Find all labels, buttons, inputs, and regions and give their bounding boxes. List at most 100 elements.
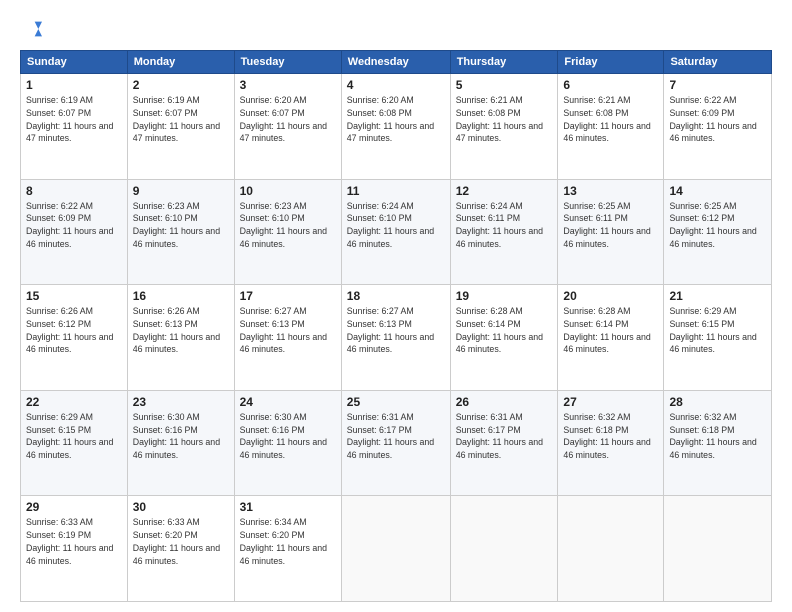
calendar-cell: 27 Sunrise: 6:32 AMSunset: 6:18 PMDaylig… [558, 390, 664, 496]
weekday-header-friday: Friday [558, 51, 664, 74]
weekday-header-saturday: Saturday [664, 51, 772, 74]
day-number: 27 [563, 395, 658, 409]
logo-area [20, 18, 46, 40]
day-info: Sunrise: 6:33 AMSunset: 6:19 PMDaylight:… [26, 517, 113, 565]
day-number: 5 [456, 78, 553, 92]
day-number: 19 [456, 289, 553, 303]
day-info: Sunrise: 6:22 AMSunset: 6:09 PMDaylight:… [669, 95, 756, 143]
day-number: 26 [456, 395, 553, 409]
calendar-cell: 18 Sunrise: 6:27 AMSunset: 6:13 PMDaylig… [341, 285, 450, 391]
calendar-cell: 10 Sunrise: 6:23 AMSunset: 6:10 PMDaylig… [234, 179, 341, 285]
day-info: Sunrise: 6:28 AMSunset: 6:14 PMDaylight:… [563, 306, 650, 354]
day-number: 14 [669, 184, 766, 198]
calendar-cell: 23 Sunrise: 6:30 AMSunset: 6:16 PMDaylig… [127, 390, 234, 496]
weekday-header-thursday: Thursday [450, 51, 558, 74]
day-info: Sunrise: 6:31 AMSunset: 6:17 PMDaylight:… [456, 412, 543, 460]
day-info: Sunrise: 6:34 AMSunset: 6:20 PMDaylight:… [240, 517, 327, 565]
calendar-cell [341, 496, 450, 602]
calendar-week-2: 8 Sunrise: 6:22 AMSunset: 6:09 PMDayligh… [21, 179, 772, 285]
day-info: Sunrise: 6:29 AMSunset: 6:15 PMDaylight:… [26, 412, 113, 460]
top-header [20, 18, 772, 40]
calendar-week-4: 22 Sunrise: 6:29 AMSunset: 6:15 PMDaylig… [21, 390, 772, 496]
day-info: Sunrise: 6:27 AMSunset: 6:13 PMDaylight:… [240, 306, 327, 354]
calendar-week-1: 1 Sunrise: 6:19 AMSunset: 6:07 PMDayligh… [21, 74, 772, 180]
day-number: 3 [240, 78, 336, 92]
day-info: Sunrise: 6:26 AMSunset: 6:13 PMDaylight:… [133, 306, 220, 354]
day-info: Sunrise: 6:33 AMSunset: 6:20 PMDaylight:… [133, 517, 220, 565]
calendar-week-5: 29 Sunrise: 6:33 AMSunset: 6:19 PMDaylig… [21, 496, 772, 602]
day-info: Sunrise: 6:23 AMSunset: 6:10 PMDaylight:… [133, 201, 220, 249]
day-number: 11 [347, 184, 445, 198]
day-info: Sunrise: 6:26 AMSunset: 6:12 PMDaylight:… [26, 306, 113, 354]
day-info: Sunrise: 6:32 AMSunset: 6:18 PMDaylight:… [669, 412, 756, 460]
calendar-cell [558, 496, 664, 602]
calendar-cell: 17 Sunrise: 6:27 AMSunset: 6:13 PMDaylig… [234, 285, 341, 391]
day-info: Sunrise: 6:32 AMSunset: 6:18 PMDaylight:… [563, 412, 650, 460]
day-info: Sunrise: 6:19 AMSunset: 6:07 PMDaylight:… [26, 95, 113, 143]
day-number: 31 [240, 500, 336, 514]
day-info: Sunrise: 6:20 AMSunset: 6:08 PMDaylight:… [347, 95, 434, 143]
day-number: 7 [669, 78, 766, 92]
day-info: Sunrise: 6:27 AMSunset: 6:13 PMDaylight:… [347, 306, 434, 354]
day-number: 18 [347, 289, 445, 303]
calendar-cell: 7 Sunrise: 6:22 AMSunset: 6:09 PMDayligh… [664, 74, 772, 180]
weekday-header-sunday: Sunday [21, 51, 128, 74]
weekday-header-wednesday: Wednesday [341, 51, 450, 74]
weekday-header-monday: Monday [127, 51, 234, 74]
calendar-cell: 19 Sunrise: 6:28 AMSunset: 6:14 PMDaylig… [450, 285, 558, 391]
day-number: 9 [133, 184, 229, 198]
day-info: Sunrise: 6:30 AMSunset: 6:16 PMDaylight:… [240, 412, 327, 460]
calendar-cell: 29 Sunrise: 6:33 AMSunset: 6:19 PMDaylig… [21, 496, 128, 602]
day-number: 25 [347, 395, 445, 409]
day-number: 17 [240, 289, 336, 303]
logo-text [20, 18, 46, 40]
day-number: 30 [133, 500, 229, 514]
calendar-cell: 22 Sunrise: 6:29 AMSunset: 6:15 PMDaylig… [21, 390, 128, 496]
day-number: 12 [456, 184, 553, 198]
day-info: Sunrise: 6:31 AMSunset: 6:17 PMDaylight:… [347, 412, 434, 460]
calendar-cell: 30 Sunrise: 6:33 AMSunset: 6:20 PMDaylig… [127, 496, 234, 602]
calendar-cell: 2 Sunrise: 6:19 AMSunset: 6:07 PMDayligh… [127, 74, 234, 180]
day-number: 2 [133, 78, 229, 92]
day-info: Sunrise: 6:28 AMSunset: 6:14 PMDaylight:… [456, 306, 543, 354]
calendar-cell: 12 Sunrise: 6:24 AMSunset: 6:11 PMDaylig… [450, 179, 558, 285]
day-number: 21 [669, 289, 766, 303]
day-info: Sunrise: 6:21 AMSunset: 6:08 PMDaylight:… [563, 95, 650, 143]
day-number: 10 [240, 184, 336, 198]
day-info: Sunrise: 6:24 AMSunset: 6:10 PMDaylight:… [347, 201, 434, 249]
calendar-cell: 24 Sunrise: 6:30 AMSunset: 6:16 PMDaylig… [234, 390, 341, 496]
day-number: 16 [133, 289, 229, 303]
day-info: Sunrise: 6:30 AMSunset: 6:16 PMDaylight:… [133, 412, 220, 460]
calendar-cell [664, 496, 772, 602]
calendar-cell: 1 Sunrise: 6:19 AMSunset: 6:07 PMDayligh… [21, 74, 128, 180]
calendar-cell: 26 Sunrise: 6:31 AMSunset: 6:17 PMDaylig… [450, 390, 558, 496]
day-number: 22 [26, 395, 122, 409]
day-info: Sunrise: 6:23 AMSunset: 6:10 PMDaylight:… [240, 201, 327, 249]
day-number: 15 [26, 289, 122, 303]
calendar-cell: 25 Sunrise: 6:31 AMSunset: 6:17 PMDaylig… [341, 390, 450, 496]
day-number: 24 [240, 395, 336, 409]
calendar-week-3: 15 Sunrise: 6:26 AMSunset: 6:12 PMDaylig… [21, 285, 772, 391]
calendar-cell: 15 Sunrise: 6:26 AMSunset: 6:12 PMDaylig… [21, 285, 128, 391]
day-number: 20 [563, 289, 658, 303]
calendar-body: 1 Sunrise: 6:19 AMSunset: 6:07 PMDayligh… [21, 74, 772, 602]
calendar-cell: 3 Sunrise: 6:20 AMSunset: 6:07 PMDayligh… [234, 74, 341, 180]
day-info: Sunrise: 6:19 AMSunset: 6:07 PMDaylight:… [133, 95, 220, 143]
calendar-cell: 8 Sunrise: 6:22 AMSunset: 6:09 PMDayligh… [21, 179, 128, 285]
weekday-header-tuesday: Tuesday [234, 51, 341, 74]
calendar-cell: 6 Sunrise: 6:21 AMSunset: 6:08 PMDayligh… [558, 74, 664, 180]
day-number: 6 [563, 78, 658, 92]
calendar-cell: 20 Sunrise: 6:28 AMSunset: 6:14 PMDaylig… [558, 285, 664, 391]
calendar-cell: 5 Sunrise: 6:21 AMSunset: 6:08 PMDayligh… [450, 74, 558, 180]
logo-icon [20, 18, 42, 40]
calendar-cell: 4 Sunrise: 6:20 AMSunset: 6:08 PMDayligh… [341, 74, 450, 180]
calendar-cell [450, 496, 558, 602]
calendar-header-row: SundayMondayTuesdayWednesdayThursdayFrid… [21, 51, 772, 74]
calendar-cell: 31 Sunrise: 6:34 AMSunset: 6:20 PMDaylig… [234, 496, 341, 602]
calendar-cell: 14 Sunrise: 6:25 AMSunset: 6:12 PMDaylig… [664, 179, 772, 285]
day-info: Sunrise: 6:21 AMSunset: 6:08 PMDaylight:… [456, 95, 543, 143]
day-number: 4 [347, 78, 445, 92]
day-info: Sunrise: 6:24 AMSunset: 6:11 PMDaylight:… [456, 201, 543, 249]
calendar-cell: 28 Sunrise: 6:32 AMSunset: 6:18 PMDaylig… [664, 390, 772, 496]
day-info: Sunrise: 6:29 AMSunset: 6:15 PMDaylight:… [669, 306, 756, 354]
